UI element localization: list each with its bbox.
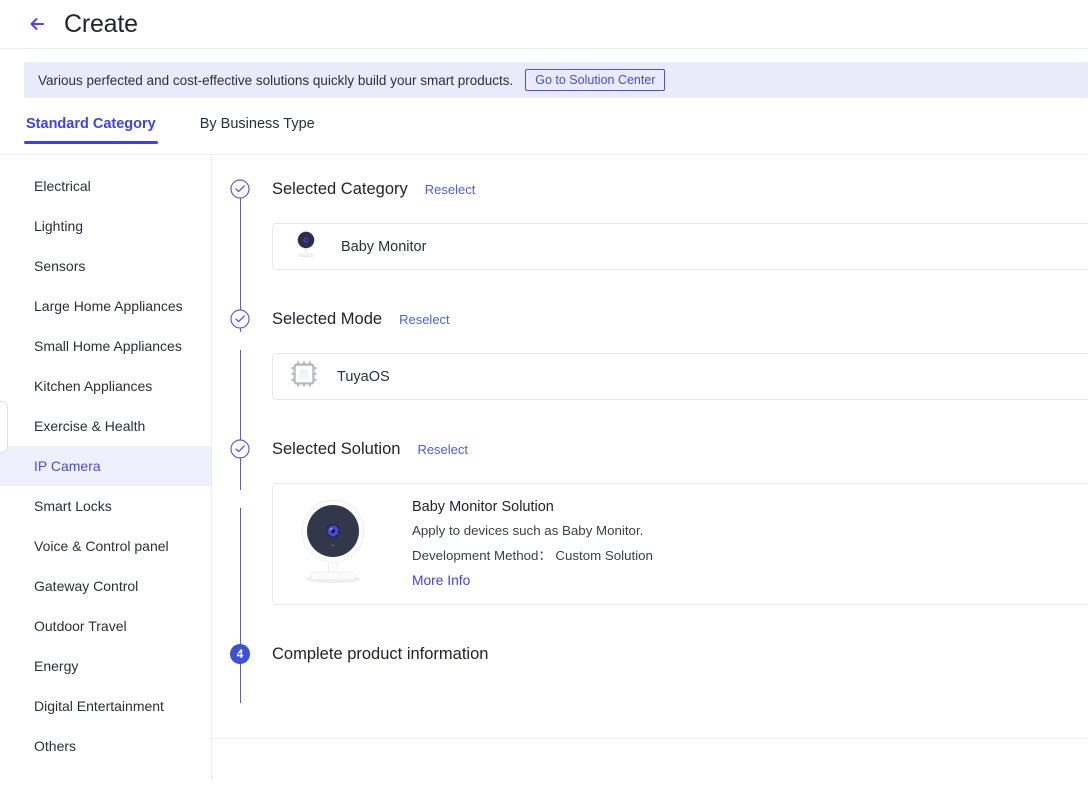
step-number-badge: 4 — [230, 644, 250, 664]
banner-text: Various perfected and cost-effective sol… — [38, 72, 514, 88]
check-circle-icon — [230, 439, 250, 459]
camera-icon — [295, 496, 371, 593]
more-info-link[interactable]: More Info — [412, 573, 470, 588]
step-title: Selected Category — [272, 180, 408, 198]
step-complete-product-information: 4 Complete product information — [212, 644, 1088, 665]
sidebar-item-kitchen-appliances[interactable]: Kitchen Appliances — [0, 366, 211, 406]
section-divider — [212, 738, 1088, 739]
go-to-solution-center-button[interactable]: Go to Solution Center — [525, 69, 666, 91]
solution-development-method: Development Method： Custom Solution — [412, 547, 653, 563]
category-tabs: Standard Category By Business Type — [0, 116, 1088, 155]
step-selected-mode: Selected Mode Reselect TuyaOS — [212, 309, 1088, 400]
wizard-steps: Selected Category Reselect Baby Monitor … — [212, 155, 1088, 780]
sidebar-item-large-home-appliances[interactable]: Large Home Appliances — [0, 286, 211, 326]
solution-details: Baby Monitor Solution Apply to devices s… — [412, 499, 653, 590]
content-area: Electrical Lighting Sensors Large Home A… — [0, 155, 1088, 780]
sidebar-item-ip-camera[interactable]: IP Camera — [0, 446, 211, 486]
sidebar-item-smart-locks[interactable]: Smart Locks — [0, 486, 211, 526]
page-header: Create — [0, 0, 1088, 49]
selected-mode-label: TuyaOS — [337, 368, 390, 385]
sidebar-item-gateway-control[interactable]: Gateway Control — [0, 566, 211, 606]
solution-description: Apply to devices such as Baby Monitor. — [412, 522, 644, 538]
sidebar-item-energy[interactable]: Energy — [0, 646, 211, 686]
chip-icon — [291, 361, 317, 392]
sidebar-item-lighting[interactable]: Lighting — [0, 206, 211, 246]
solution-name: Baby Monitor Solution — [412, 498, 554, 515]
step-header: Selected Category Reselect — [272, 179, 1088, 200]
step-header: Selected Mode Reselect — [272, 309, 1088, 330]
selected-category-card[interactable]: Baby Monitor — [272, 223, 1088, 270]
check-circle-icon — [230, 309, 250, 329]
sidebar-item-digital-entertainment[interactable]: Digital Entertainment — [0, 686, 211, 726]
reselect-solution-link[interactable]: Reselect — [417, 442, 468, 457]
sidebar-item-sensors[interactable]: Sensors — [0, 246, 211, 286]
step-selected-category: Selected Category Reselect Baby Monitor — [212, 179, 1088, 270]
selected-category-label: Baby Monitor — [341, 238, 427, 255]
category-sidebar: Electrical Lighting Sensors Large Home A… — [0, 155, 212, 780]
step-title: Complete product information — [272, 645, 489, 663]
step-header: Complete product information — [272, 644, 1088, 665]
arrow-left-icon[interactable] — [24, 11, 50, 37]
sidebar-item-voice-control-panel[interactable]: Voice & Control panel — [0, 526, 211, 566]
sidebar-item-electrical[interactable]: Electrical — [0, 166, 211, 206]
reselect-mode-link[interactable]: Reselect — [399, 312, 450, 327]
step-title: Selected Mode — [272, 310, 383, 328]
tab-standard-category[interactable]: Standard Category — [24, 116, 158, 144]
sidebar-item-exercise-health[interactable]: Exercise & Health — [0, 406, 211, 446]
tab-by-business-type[interactable]: By Business Type — [198, 116, 317, 143]
page-title: Create — [64, 9, 138, 38]
reselect-category-link[interactable]: Reselect — [425, 182, 476, 197]
step-selected-solution: Selected Solution Reselect Baby Monitor … — [212, 439, 1088, 605]
selected-solution-card[interactable]: Baby Monitor Solution Apply to devices s… — [272, 483, 1088, 605]
step-header: Selected Solution Reselect — [272, 439, 1088, 460]
selected-mode-card[interactable]: TuyaOS — [272, 353, 1088, 400]
sidebar-item-others[interactable]: Others — [0, 726, 211, 766]
step-title: Selected Solution — [272, 440, 401, 458]
sidebar-item-small-home-appliances[interactable]: Small Home Appliances — [0, 326, 211, 366]
camera-icon — [291, 228, 321, 265]
sidebar-item-outdoor-travel[interactable]: Outdoor Travel — [0, 606, 211, 646]
solution-banner: Various perfected and cost-effective sol… — [24, 62, 1088, 98]
check-circle-icon — [230, 179, 250, 199]
edge-panel-handle[interactable] — [0, 401, 8, 453]
